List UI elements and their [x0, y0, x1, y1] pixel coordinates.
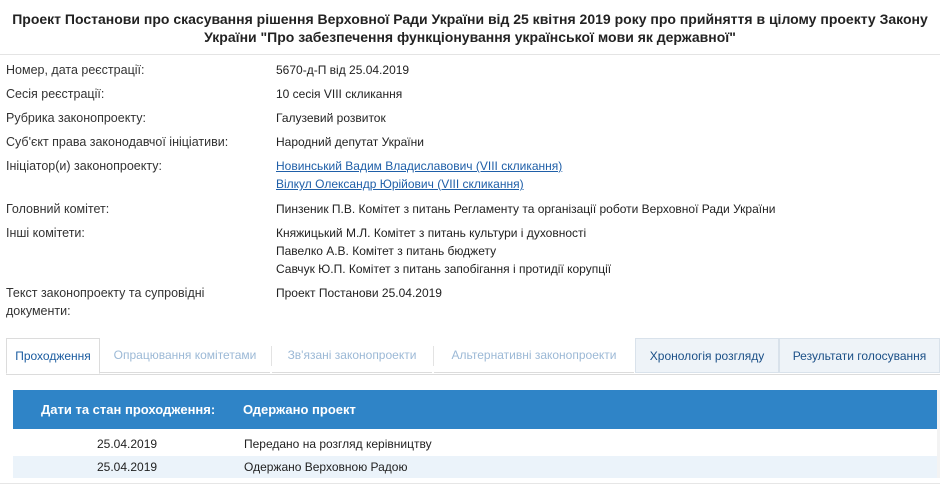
initiators-label: Ініціатор(и) законопроекту:: [6, 159, 162, 173]
documents-label: Текст законопроекту та супровідні докуме…: [6, 284, 236, 320]
other-committees-list: Княжицький М.Л. Комітет з питань культур…: [276, 224, 916, 278]
subject-label: Суб'єкт права законодавчої ініціативи:: [6, 135, 229, 149]
row-date: 25.04.2019: [97, 437, 158, 451]
initiators-list: Новинський Вадим Владиславович (VIII скл…: [276, 157, 916, 193]
row-status: Передано на розгляд керівництву: [244, 437, 432, 451]
row-date: 25.04.2019: [97, 460, 158, 474]
tab-alternative-bills[interactable]: Альтернативні законопроекти: [434, 338, 634, 373]
tab-voting-results[interactable]: Результати голосування: [779, 338, 940, 373]
title-divider: [0, 54, 940, 55]
rubric-value: Галузевий розвиток: [276, 111, 386, 125]
table-row: 25.04.2019 Одержано Верховною Радою: [13, 456, 937, 478]
subject-value: Народний депутат України: [276, 135, 424, 149]
other-committees-label: Інші комітети:: [6, 226, 85, 240]
page-title-line-1: Проект Постанови про скасування рішення …: [12, 11, 928, 27]
tab-related-bills[interactable]: Зв'язані законопроекти: [272, 338, 432, 373]
committee-item: Савчук Ю.П. Комітет з питань запобігання…: [276, 262, 612, 276]
tab-committee-processing[interactable]: Опрацювання комітетами: [100, 338, 270, 373]
session-label: Сесія реєстрації:: [6, 87, 105, 101]
documents-label-line-2: документи:: [6, 304, 71, 318]
header-date-column: Дати та стан проходження:: [41, 402, 216, 417]
table-row: 25.04.2019 Передано на розгляд керівницт…: [13, 433, 937, 455]
documents-value[interactable]: Проект Постанови 25.04.2019: [276, 284, 916, 302]
registration-label: Номер, дата реєстрації:: [6, 63, 145, 77]
registration-value: 5670-д-П від 25.04.2019: [276, 63, 410, 77]
session-value: 10 сесія VIII скликання: [276, 87, 403, 101]
page-title: Проект Постанови про скасування рішення …: [0, 10, 940, 46]
page-title-line-2: України "Про забезпечення функціонування…: [204, 29, 736, 45]
documents-label-line-1: Текст законопроекту та супровідні: [6, 286, 205, 300]
row-status: Одержано Верховною Радою: [244, 460, 408, 474]
main-committee-value: Пинзеник П.В. Комітет з питань Регламент…: [276, 202, 776, 216]
tab-review-chronology[interactable]: Хронологія розгляду: [635, 338, 779, 373]
tab-progress[interactable]: Проходження: [6, 338, 100, 374]
main-committee-label: Головний комітет:: [6, 202, 110, 216]
initiator-link[interactable]: Вілкул Олександр Юрійович (VIII скликанн…: [276, 175, 916, 193]
rubric-label: Рубрика законопроекту:: [6, 111, 146, 125]
bottom-divider: [0, 483, 940, 484]
initiator-link[interactable]: Новинський Вадим Владиславович (VIII скл…: [276, 157, 916, 175]
committee-item: Княжицький М.Л. Комітет з питань культур…: [276, 226, 587, 240]
header-status-column: Одержано проект: [243, 402, 356, 417]
progress-table-header: Дати та стан проходження: Одержано проек…: [13, 390, 937, 429]
tab-bar: Проходження Опрацювання комітетами Зв'яз…: [6, 338, 940, 375]
committee-item: Павелко А.В. Комітет з питань бюджету: [276, 244, 497, 258]
